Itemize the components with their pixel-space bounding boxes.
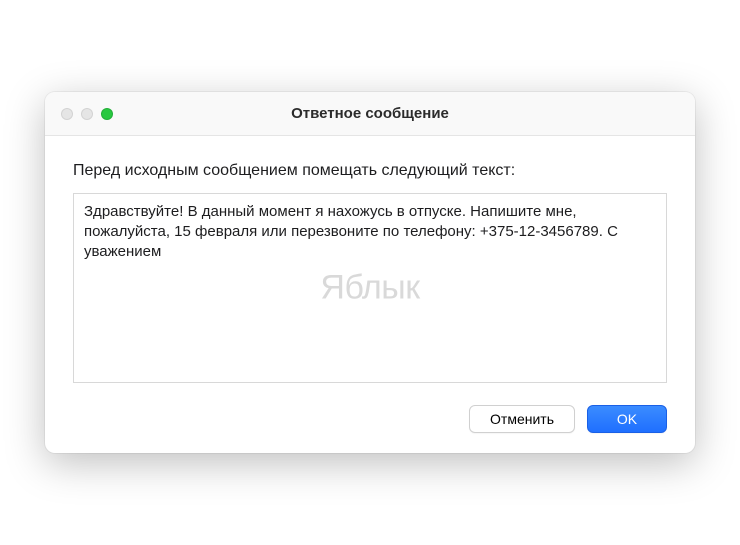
button-row: Отменить OK — [73, 405, 667, 433]
zoom-icon[interactable] — [101, 108, 113, 120]
dialog-window: Ответное сообщение Перед исходным сообще… — [45, 92, 695, 452]
reply-message-textarea[interactable] — [74, 194, 666, 382]
traffic-lights — [45, 108, 113, 120]
minimize-icon[interactable] — [81, 108, 93, 120]
close-icon[interactable] — [61, 108, 73, 120]
textarea-container: Яблык — [73, 193, 667, 383]
ok-button[interactable]: OK — [587, 405, 667, 433]
prompt-label: Перед исходным сообщением помещать следу… — [73, 160, 667, 182]
window-title: Ответное сообщение — [45, 105, 695, 122]
dialog-content: Перед исходным сообщением помещать следу… — [45, 136, 695, 452]
titlebar: Ответное сообщение — [45, 92, 695, 136]
cancel-button[interactable]: Отменить — [469, 405, 575, 433]
